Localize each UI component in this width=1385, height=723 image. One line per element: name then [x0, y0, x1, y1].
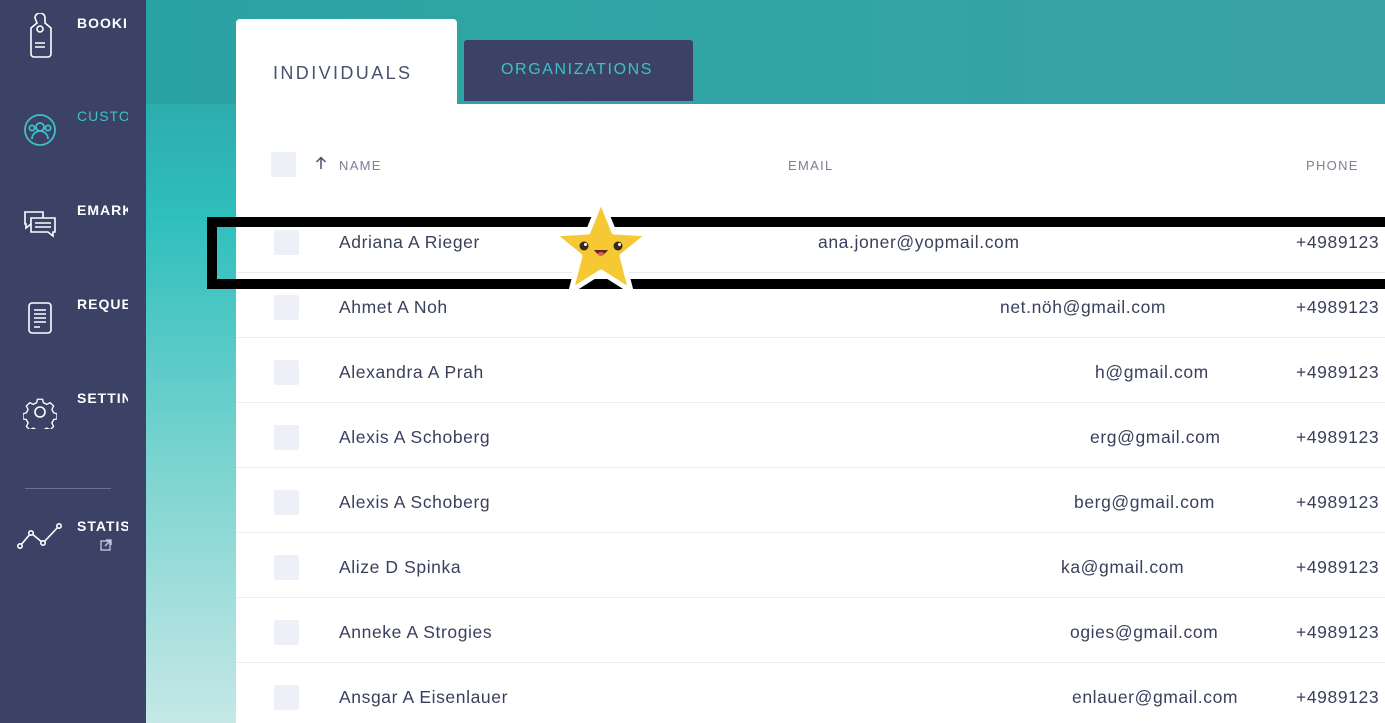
row-phone: +4989123 [1296, 427, 1380, 447]
sidebar-item-emarketing[interactable]: EMARKETING [0, 194, 146, 264]
request-form-icon [22, 296, 58, 340]
row-email: berg@gmail.com [1074, 492, 1215, 512]
column-header-name[interactable]: NAME [339, 158, 382, 173]
line-graph-icon [16, 514, 64, 558]
table-row[interactable]: Alexandra A Prah h@gmail.com +4989123 [236, 338, 1385, 403]
tab-organizations[interactable]: ORGANIZATIONS [464, 40, 693, 101]
row-phone: +4989123 [1296, 687, 1380, 707]
row-name: Ansgar A Eisenlauer [339, 687, 509, 707]
door-hanger-icon [22, 13, 58, 58]
row-email: ka@gmail.com [1061, 557, 1185, 577]
row-phone: +4989123 [1296, 297, 1380, 317]
tab-label: INDIVIDUALS [273, 63, 413, 83]
row-name: Alize D Spinka [339, 557, 462, 577]
row-checkbox[interactable] [274, 620, 299, 645]
sidebar-item-label: CUSTOMERS [77, 108, 128, 124]
row-name: Alexandra A Prah [339, 362, 484, 382]
row-phone: +4989123 [1296, 362, 1380, 382]
table-row[interactable]: Alexis A Schoberg erg@gmail.com +4989123 [236, 403, 1385, 468]
tab-label: ORGANIZATIONS [501, 61, 654, 78]
row-phone: +4989123 [1296, 232, 1380, 252]
table-row[interactable]: Ansgar A Eisenlauer enlauer@gmail.com +4… [236, 663, 1385, 723]
row-email: h@gmail.com [1095, 362, 1209, 382]
row-email: ana.joner@yopmail.com [818, 232, 1020, 252]
sidebar-item-customers[interactable]: CUSTOMERS [0, 100, 146, 170]
column-header-email[interactable]: EMAIL [788, 158, 834, 173]
sidebar-item-label: EMARKETING [77, 202, 128, 218]
row-checkbox[interactable] [274, 360, 299, 385]
row-phone: +4989123 [1296, 492, 1380, 512]
row-checkbox[interactable] [274, 555, 299, 580]
tab-individuals[interactable]: INDIVIDUALS [236, 19, 457, 109]
redaction-mask [818, 288, 898, 306]
sidebar-item-label: STATISTICS [77, 518, 128, 534]
row-name: Adriana A Rieger [339, 232, 480, 252]
sidebar-divider [25, 488, 111, 489]
column-header-phone[interactable]: PHONE [1306, 158, 1359, 173]
sidebar-item-bookings[interactable]: BOOKINGS [0, 6, 146, 76]
row-email: ogies@gmail.com [1070, 622, 1219, 642]
gear-icon [22, 390, 58, 434]
sidebar-item-requests[interactable]: REQUESTS [0, 288, 146, 358]
row-email: enlauer@gmail.com [1072, 687, 1239, 707]
table-row[interactable]: Alexis A Schoberg berg@gmail.com +498912… [236, 468, 1385, 533]
redaction-mask [765, 226, 815, 248]
row-email: net.nöh@gmail.com [1000, 297, 1167, 317]
row-checkbox[interactable] [274, 425, 299, 450]
table-row[interactable]: Alize D Spinka ka@gmail.com +4989123 [236, 533, 1385, 598]
sidebar-item-settings[interactable]: SETTINGS [0, 382, 146, 452]
table-row[interactable]: Ahmet A Noh net.nöh@gmail.com +4989123 [236, 273, 1385, 338]
sidebar-item-label: SETTINGS [77, 390, 128, 406]
row-email: erg@gmail.com [1090, 427, 1221, 447]
row-name: Anneke A Strogies [339, 622, 493, 642]
row-checkbox[interactable] [274, 685, 299, 710]
external-link-icon[interactable] [100, 539, 112, 551]
star-face-icon [550, 197, 652, 294]
customers-icon [22, 108, 58, 152]
sidebar: BOOKINGS CUSTOMERS EMARKETING RE [0, 0, 146, 723]
row-phone: +4989123 [1296, 557, 1380, 577]
table-row[interactable]: Anneke A Strogies ogies@gmail.com +49891… [236, 598, 1385, 663]
row-checkbox[interactable] [274, 230, 299, 255]
sidebar-item-label: BOOKINGS [77, 15, 128, 31]
row-name: Alexis A Schoberg [339, 427, 491, 447]
sidebar-item-statistics[interactable]: STATISTICS [0, 510, 146, 580]
row-name: Alexis A Schoberg [339, 492, 491, 512]
row-checkbox[interactable] [274, 295, 299, 320]
arrow-up-icon[interactable] [314, 156, 328, 170]
sidebar-item-label: REQUESTS [77, 296, 128, 312]
row-checkbox[interactable] [274, 490, 299, 515]
row-phone: +4989123 [1296, 622, 1380, 642]
chat-icon [22, 202, 58, 246]
select-all-checkbox[interactable] [271, 152, 296, 177]
row-name: Ahmet A Noh [339, 297, 448, 317]
